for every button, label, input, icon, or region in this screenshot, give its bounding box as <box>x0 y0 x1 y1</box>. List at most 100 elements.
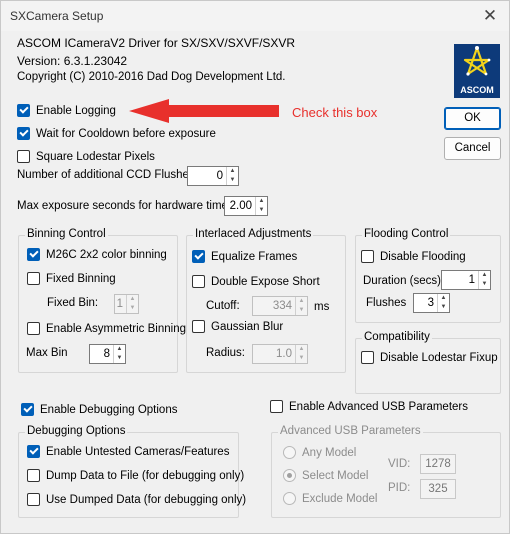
exclude-model-radio[interactable]: Exclude Model <box>283 492 377 505</box>
ascom-logo: ASCOM <box>454 44 500 98</box>
double-expose-checkbox[interactable]: Double Expose Short <box>192 275 320 288</box>
dump-data-label: Dump Data to File (for debugging only) <box>46 469 245 482</box>
square-lodestar-checkbox[interactable]: Square Lodestar Pixels <box>17 150 155 163</box>
vid-label: VID: <box>388 458 411 470</box>
binning-group-title: Binning Control <box>25 228 108 240</box>
spin-up-icon[interactable]: ▲ <box>438 294 449 303</box>
enable-debugging-checkbox[interactable]: Enable Debugging Options <box>21 403 177 416</box>
equalize-frames-checkbox[interactable]: Equalize Frames <box>192 250 297 263</box>
gaussian-blur-checkbox[interactable]: Gaussian Blur <box>192 320 283 333</box>
radius-value[interactable]: 1.0 <box>253 345 295 363</box>
fixed-bin-label: Fixed Bin: <box>47 297 99 309</box>
spin-up-icon[interactable]: ▲ <box>256 197 267 206</box>
title-bar: SXCamera Setup ✕ <box>1 1 509 31</box>
asymmetric-binning-checkbox[interactable]: Enable Asymmetric Binning <box>27 322 186 335</box>
duration-value[interactable]: 1 <box>442 271 478 289</box>
cancel-button[interactable]: Cancel <box>444 137 501 160</box>
equalize-frames-label: Equalize Frames <box>211 250 298 263</box>
spin-up-icon[interactable]: ▲ <box>296 345 307 354</box>
radius-label: Radius: <box>206 347 245 359</box>
spin-down-icon[interactable]: ▼ <box>227 176 238 185</box>
spin-down-icon[interactable]: ▼ <box>438 303 449 312</box>
debugging-group-title: Debugging Options <box>25 425 128 437</box>
driver-title: ASCOM ICameraV2 Driver for SX/SXV/SXVF/S… <box>17 36 296 50</box>
duration-label: Duration (secs) <box>363 275 441 287</box>
window-title: SXCamera Setup <box>10 9 104 23</box>
vid-field[interactable]: 1278 <box>420 454 456 474</box>
ccd-flushes-spinner[interactable]: 0 ▲ ▼ <box>187 166 239 186</box>
pid-field[interactable]: 325 <box>420 479 456 499</box>
spin-up-icon[interactable]: ▲ <box>479 271 490 280</box>
fixed-bin-value[interactable]: 1 <box>115 295 126 313</box>
spin-down-icon[interactable]: ▼ <box>114 354 125 363</box>
red-arrow-icon <box>129 99 279 123</box>
enable-advanced-usb-checkbox[interactable]: Enable Advanced USB Parameters <box>270 400 468 413</box>
setup-window: SXCamera Setup ✕ ASCOM ICameraV2 Driver … <box>0 0 510 534</box>
flushes-label: Flushes <box>366 297 407 309</box>
enable-debugging-label: Enable Debugging Options <box>40 403 178 416</box>
max-bin-label: Max Bin <box>26 347 68 359</box>
max-exposure-value[interactable]: 2.00 <box>225 197 255 215</box>
checkbox-unchecked-icon <box>361 250 374 263</box>
checkbox-unchecked-icon <box>27 322 40 335</box>
spin-down-icon[interactable]: ▼ <box>479 280 490 289</box>
select-model-label: Select Model <box>302 469 369 482</box>
spin-down-icon[interactable]: ▼ <box>296 306 307 315</box>
radius-spinner[interactable]: 1.0 ▲ ▼ <box>252 344 308 364</box>
checkbox-checked-icon <box>17 127 30 140</box>
cutoff-label: Cutoff: <box>206 300 240 312</box>
exclude-model-label: Exclude Model <box>302 492 378 505</box>
radio-selected-icon <box>283 469 296 482</box>
compatibility-group-title: Compatibility <box>362 331 432 343</box>
max-bin-spinner[interactable]: 8 ▲ ▼ <box>89 344 126 364</box>
radio-icon <box>283 492 296 505</box>
duration-spinner[interactable]: 1 ▲ ▼ <box>441 270 491 290</box>
spin-down-icon[interactable]: ▼ <box>256 206 267 215</box>
m26c-binning-checkbox[interactable]: M26C 2x2 color binning <box>27 248 167 261</box>
ascom-star-icon <box>463 46 491 76</box>
cutoff-value[interactable]: 334 <box>253 297 295 315</box>
checkbox-unchecked-icon <box>27 272 40 285</box>
ccd-flushes-label: Number of additional CCD Flushes <box>17 169 195 181</box>
spin-up-icon[interactable]: ▲ <box>296 297 307 306</box>
disable-flooding-label: Disable Flooding <box>380 250 466 263</box>
disable-flooding-checkbox[interactable]: Disable Flooding <box>361 250 466 263</box>
ccd-flushes-value[interactable]: 0 <box>188 167 226 185</box>
wait-cooldown-label: Wait for Cooldown before exposure <box>36 127 216 140</box>
any-model-radio[interactable]: Any Model <box>283 446 356 459</box>
checkbox-checked-icon <box>27 445 40 458</box>
spin-up-icon[interactable]: ▲ <box>114 345 125 354</box>
spin-down-icon[interactable]: ▼ <box>127 304 138 313</box>
ok-button[interactable]: OK <box>444 107 501 130</box>
use-dumped-data-checkbox[interactable]: Use Dumped Data (for debugging only) <box>27 493 246 506</box>
checkbox-checked-icon <box>21 403 34 416</box>
spin-up-icon[interactable]: ▲ <box>127 295 138 304</box>
fixed-binning-checkbox[interactable]: Fixed Binning <box>27 272 116 285</box>
enable-logging-checkbox[interactable]: Enable Logging <box>17 104 116 117</box>
square-lodestar-label: Square Lodestar Pixels <box>36 150 155 163</box>
checkbox-checked-icon <box>192 250 205 263</box>
flushes-spinner[interactable]: 3 ▲ ▼ <box>413 293 450 313</box>
spin-up-icon[interactable]: ▲ <box>227 167 238 176</box>
flushes-value[interactable]: 3 <box>414 294 437 312</box>
asymmetric-binning-label: Enable Asymmetric Binning <box>46 322 186 335</box>
checkbox-checked-icon <box>17 104 30 117</box>
select-model-radio[interactable]: Select Model <box>283 469 368 482</box>
fixed-binning-label: Fixed Binning <box>46 272 116 285</box>
dump-data-checkbox[interactable]: Dump Data to File (for debugging only) <box>27 469 244 482</box>
version-text: Version: 6.3.1.23042 <box>17 54 128 68</box>
max-exposure-label: Max exposure seconds for hardware timer <box>17 200 232 212</box>
untested-cameras-label: Enable Untested Cameras/Features <box>46 445 230 458</box>
fixed-bin-spinner[interactable]: 1 ▲ ▼ <box>114 294 139 314</box>
max-bin-value[interactable]: 8 <box>90 345 113 363</box>
cutoff-spinner[interactable]: 334 ▲ ▼ <box>252 296 308 316</box>
disable-lodestar-fixup-checkbox[interactable]: Disable Lodestar Fixup <box>361 351 498 364</box>
checkbox-unchecked-icon <box>27 493 40 506</box>
wait-cooldown-checkbox[interactable]: Wait for Cooldown before exposure <box>17 127 216 140</box>
spin-down-icon[interactable]: ▼ <box>296 354 307 363</box>
flooding-group-title: Flooding Control <box>362 228 451 240</box>
untested-cameras-checkbox[interactable]: Enable Untested Cameras/Features <box>27 445 229 458</box>
annotation-text: Check this box <box>292 105 378 120</box>
max-exposure-spinner[interactable]: 2.00 ▲ ▼ <box>224 196 268 216</box>
close-icon[interactable]: ✕ <box>479 5 501 27</box>
